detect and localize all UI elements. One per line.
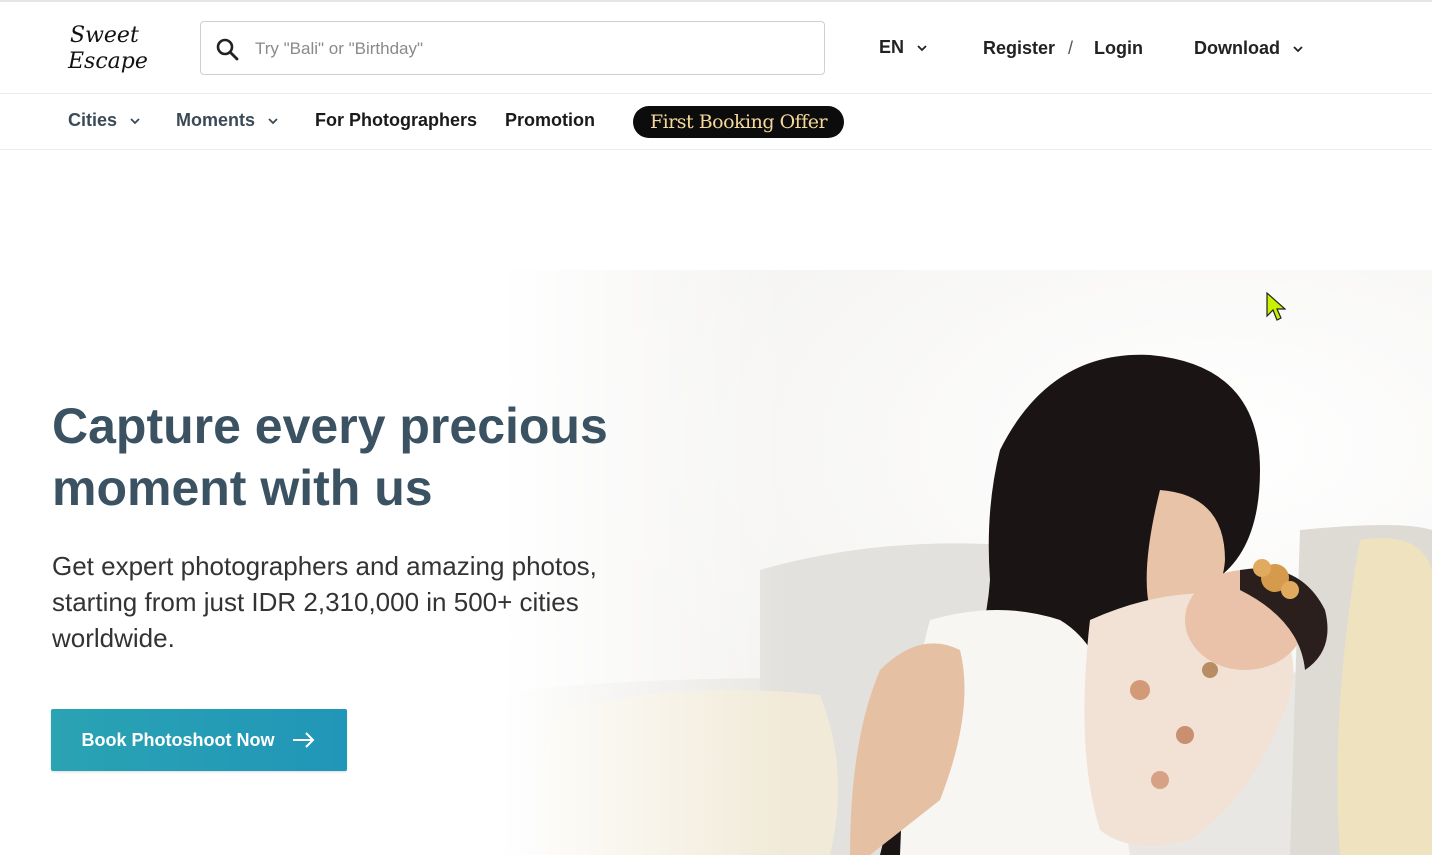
logo-text-line2: Escape (67, 49, 148, 74)
register-link[interactable]: Register (983, 38, 1055, 59)
arrow-right-icon (293, 732, 315, 748)
offer-text-part1: First Booking (649, 111, 775, 133)
offer-text-part2: Offer (779, 111, 828, 133)
nav-cities[interactable]: Cities (68, 110, 141, 131)
search-box[interactable] (200, 21, 825, 75)
nav-cities-label: Cities (68, 110, 118, 130)
language-selector[interactable]: EN (879, 37, 928, 58)
nav-promotion[interactable]: Promotion (505, 110, 595, 131)
nav-moments[interactable]: Moments (176, 110, 279, 131)
separator-text: / (1068, 38, 1074, 58)
language-label: EN (879, 37, 905, 57)
download-label: Download (1194, 38, 1280, 58)
chevron-down-icon (917, 44, 927, 51)
hero-section: Capture every precious moment with us Ge… (0, 150, 1432, 855)
book-photoshoot-button[interactable]: Book Photoshoot Now (51, 709, 347, 771)
chevron-down-icon (130, 117, 140, 124)
logo-text-line1: Sweet (70, 23, 139, 48)
login-link[interactable]: Login (1094, 38, 1143, 59)
search-input[interactable] (253, 32, 817, 66)
nav-moments-label: Moments (176, 110, 256, 130)
download-menu[interactable]: Download (1194, 38, 1304, 59)
nav-for-photographers[interactable]: For Photographers (315, 110, 477, 131)
sweetescape-logo[interactable]: Sweet Escape (64, 18, 160, 76)
nav-promotion-label: Promotion (505, 110, 595, 130)
hero-subtitle: Get expert photographers and amazing pho… (52, 551, 597, 653)
auth-separator: / (1068, 38, 1073, 59)
site-header: Sweet Escape EN Register / Login Downloa… (0, 2, 1432, 94)
mouse-cursor-icon (1266, 292, 1286, 321)
login-label: Login (1094, 38, 1143, 58)
chevron-down-icon (268, 117, 278, 124)
hero-title: Capture every precious moment with us (52, 398, 608, 516)
main-nav: Cities Moments For Photographers Promoti… (0, 94, 1432, 150)
chevron-down-icon (1293, 45, 1303, 52)
cta-label: Book Photoshoot Now (81, 729, 275, 750)
search-icon (216, 38, 239, 61)
first-booking-offer-badge[interactable]: First Booking Offer (633, 106, 844, 138)
nav-photographers-label: For Photographers (315, 110, 478, 130)
register-label: Register (983, 38, 1056, 58)
